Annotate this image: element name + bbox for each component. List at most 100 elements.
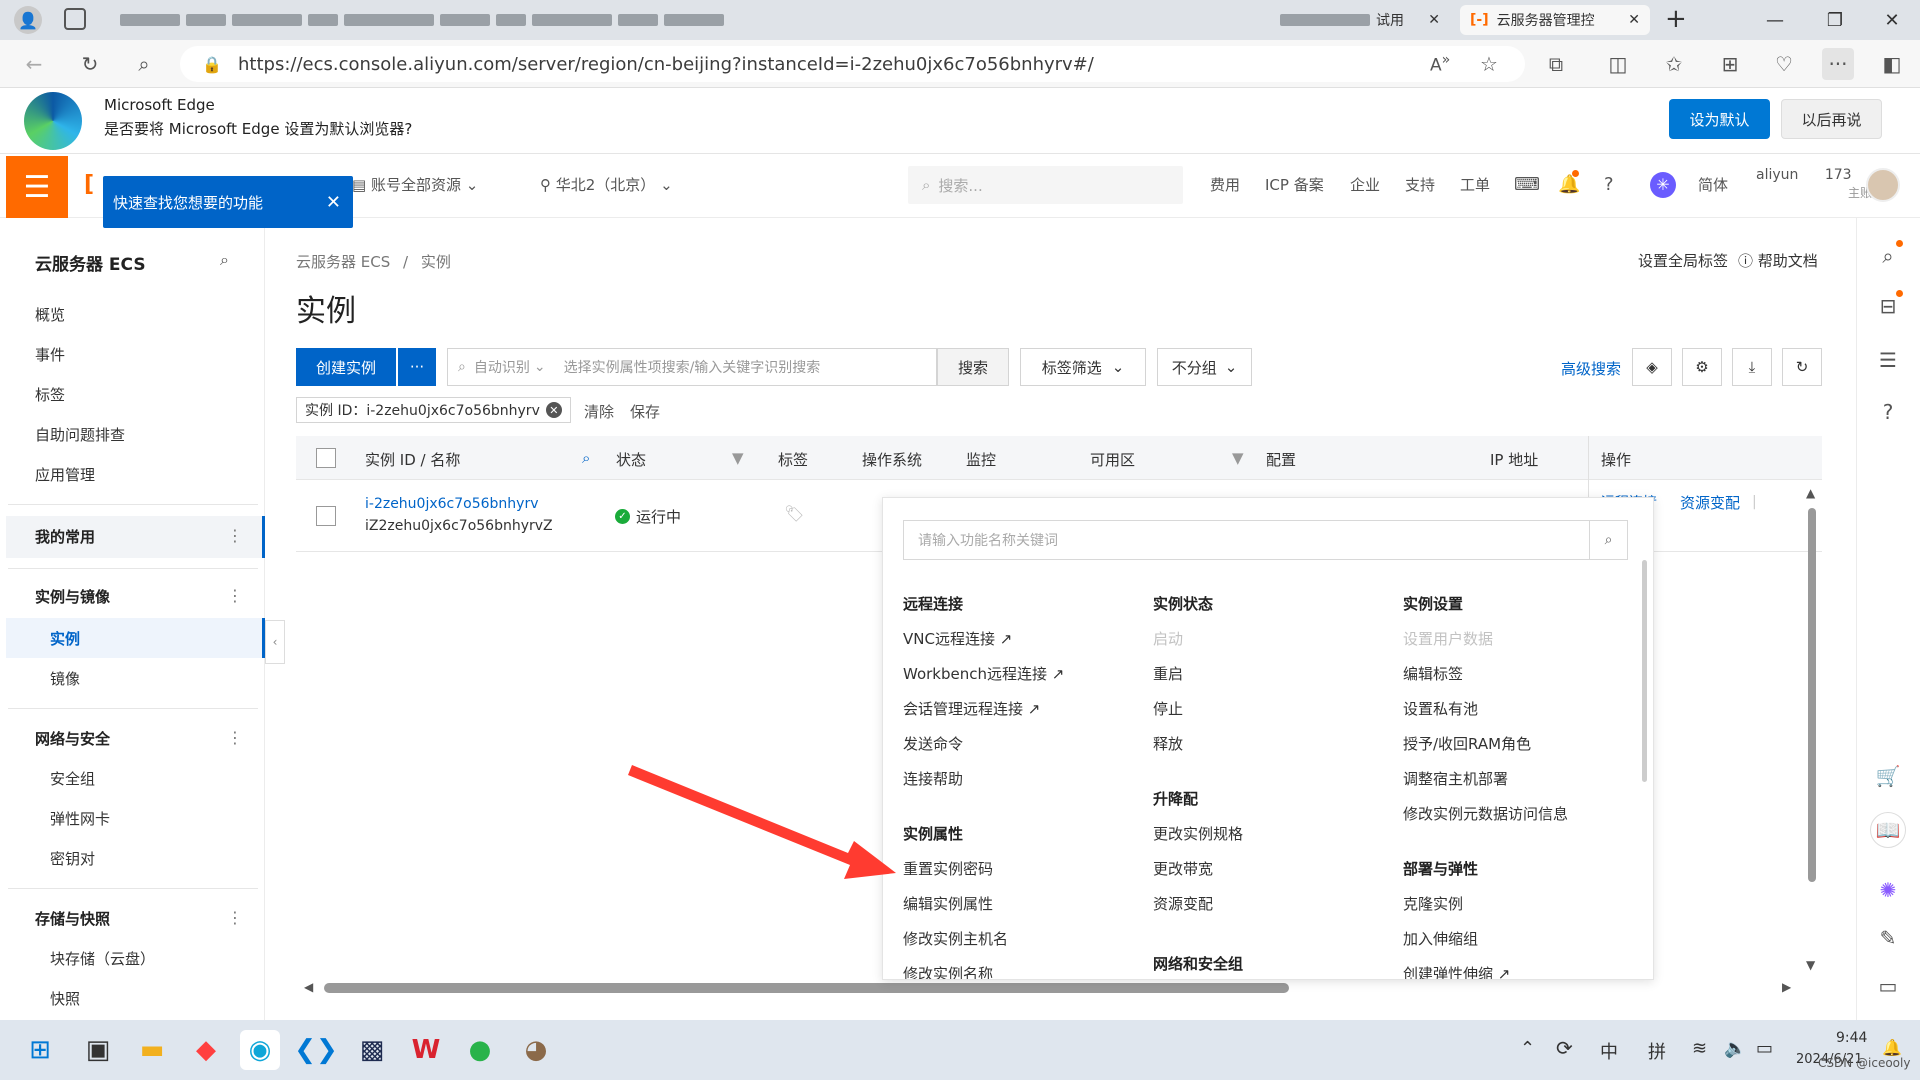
row-checkbox[interactable] (316, 506, 336, 526)
app-avatar-icon[interactable]: ◕ (516, 1030, 556, 1070)
tray-chevron-icon[interactable]: ⌃ (1520, 1038, 1535, 1059)
advanced-search-link[interactable]: 高级搜索 (1561, 358, 1621, 379)
sidebar-group-storage[interactable]: 存储与快照 (35, 908, 110, 929)
sidebar-item-tags[interactable]: 标签 (35, 384, 65, 405)
wps-icon[interactable]: W (406, 1030, 446, 1070)
ime-chinese[interactable]: 中 (1600, 1038, 1618, 1064)
later-button[interactable]: 以后再说 (1781, 99, 1882, 139)
read-aloud-icon[interactable]: A» (1430, 52, 1450, 76)
search-button[interactable]: 搜索 (937, 348, 1009, 386)
more-dots-icon[interactable]: ⋮ (227, 526, 243, 545)
tray-sync-icon[interactable]: ⟳ (1556, 1036, 1573, 1060)
back-icon[interactable]: ← (18, 48, 50, 80)
breadcrumb-ecs[interactable]: 云服务器 ECS (296, 253, 390, 271)
tag-icon[interactable]: 🏷 (784, 504, 804, 523)
horizontal-scrollbar[interactable] (324, 983, 1289, 993)
profile-icon[interactable]: 👤 (14, 6, 42, 34)
vscode-icon[interactable]: ❮❯ (294, 1030, 338, 1070)
sidebar-item-app-management[interactable]: 应用管理 (35, 464, 95, 485)
battery-icon[interactable]: ▭ (1756, 1038, 1773, 1059)
start-menu-icon[interactable]: ⊞ (20, 1030, 60, 1070)
favorites-icon[interactable]: ✩ (1658, 48, 1690, 80)
clock-time[interactable]: 9:44 (1836, 1030, 1867, 1046)
workspaces-icon[interactable] (64, 8, 86, 30)
menu-item-connect-help[interactable]: 连接帮助 (903, 768, 963, 789)
menu-item-stop[interactable]: 停止 (1153, 698, 1183, 719)
dropdown-scrollbar[interactable] (1642, 560, 1647, 782)
sidebar-item-instance-active[interactable] (6, 618, 265, 658)
rail-console-icon[interactable]: ⊟ (1870, 288, 1906, 324)
menu-item-session-manager[interactable]: 会话管理远程连接 ↗ (903, 698, 1040, 719)
avatar[interactable] (1866, 168, 1900, 202)
scroll-left-icon[interactable]: ◀ (304, 980, 313, 994)
header-link-support[interactable]: 支持 (1405, 174, 1435, 195)
search-icon[interactable]: ⌕ (128, 48, 160, 80)
menu-item-create-scaling[interactable]: 创建弹性伸缩 ↗ (1403, 963, 1510, 979)
header-link-fees[interactable]: 费用 (1210, 174, 1240, 195)
rail-cart-icon[interactable]: 🛒 (1870, 758, 1906, 794)
refresh-icon[interactable]: ↻ (74, 48, 106, 80)
wechat-icon[interactable]: ● (460, 1030, 500, 1070)
sidebar-item-security-group[interactable]: 安全组 (50, 768, 95, 789)
instance-search-bar[interactable]: ⌕ 自动识别 ⌄ 选择实例属性项搜索/输入关键字识别搜索 (447, 348, 937, 386)
menu-item-change-hostname[interactable]: 修改实例主机名 (903, 928, 1008, 949)
help-docs-link[interactable]: ⓘ 帮助文档 (1738, 250, 1818, 271)
rail-book-icon[interactable]: 📖 (1870, 812, 1906, 848)
wifi-icon[interactable]: ≋ (1692, 1038, 1707, 1059)
menu-item-change-bandwidth[interactable]: 更改带宽 (1153, 858, 1213, 879)
menu-item-vnc[interactable]: VNC远程连接 ↗ (903, 628, 1012, 649)
collections-icon[interactable]: ⊞ (1714, 48, 1746, 80)
sidebar-item-block-storage[interactable]: 块存储（云盘） (50, 948, 155, 969)
menu-item-start[interactable]: 启动 (1153, 628, 1183, 649)
sidebar-search-icon[interactable]: ⌕ (220, 250, 229, 270)
sidebar-item-snapshots[interactable]: 快照 (50, 988, 80, 1009)
more-dots-icon[interactable]: ⋮ (227, 728, 243, 747)
file-explorer-icon[interactable]: ▬ (132, 1030, 172, 1070)
header-link-enterprise[interactable]: 企业 (1350, 174, 1380, 195)
save-filters-link[interactable]: 保存 (630, 401, 660, 422)
filter-chip[interactable]: 实例 ID：i-2zehu0jx6c7o56bnhyrv ✕ (296, 397, 571, 423)
menu-item-resource-change[interactable]: 资源变配 (1153, 893, 1213, 914)
menu-item-change-name[interactable]: 修改实例名称 (903, 963, 993, 979)
action-search-input[interactable]: 请输入功能名称关键词 ⌕ (903, 520, 1628, 560)
scroll-up-icon[interactable]: ▲ (1806, 486, 1815, 500)
settings-gear-icon[interactable]: ⚙ (1682, 348, 1722, 386)
search-icon[interactable]: ⌕ (1589, 521, 1627, 559)
extensions-icon[interactable]: ⧉ (1540, 48, 1572, 80)
clear-chip-icon[interactable]: ✕ (545, 402, 562, 418)
browser-essentials-icon[interactable]: ♡ (1768, 48, 1800, 80)
header-link-icp[interactable]: ICP 备案 (1265, 174, 1324, 195)
more-menu-icon[interactable]: ··· (1822, 48, 1854, 80)
menu-item-reset-password[interactable]: 重置实例密码 (903, 858, 993, 879)
maximize-icon[interactable]: ❐ (1805, 0, 1865, 40)
lock-icon[interactable]: 🔒 (202, 55, 222, 74)
sidebar-item-overview[interactable]: 概览 (35, 304, 65, 325)
more-dots-icon[interactable]: ⋮ (227, 908, 243, 927)
url-field[interactable]: 🔒 https://ecs.console.aliyun.com/server/… (180, 46, 1525, 82)
header-search[interactable]: ⌕ 搜索... (908, 166, 1183, 204)
menu-item-restart[interactable]: 重启 (1153, 663, 1183, 684)
menu-item-join-scaling[interactable]: 加入伸缩组 (1403, 928, 1478, 949)
rail-list-icon[interactable]: ☰ (1870, 342, 1906, 378)
menu-item-edit-tags[interactable]: 编辑标签 (1403, 663, 1463, 684)
menu-item-metadata-access[interactable]: 修改实例元数据访问信息 (1403, 803, 1568, 824)
menu-item-host-deploy[interactable]: 调整宿主机部署 (1403, 768, 1508, 789)
sidebar-item-keypair[interactable]: 密钥对 (50, 848, 95, 869)
create-instance-button[interactable]: 创建实例 (296, 348, 396, 386)
region-select[interactable]: ⚲ 华北2（北京） ⌄ (540, 174, 673, 195)
favorite-star-icon[interactable]: ☆ (1480, 52, 1498, 76)
menu-item-change-spec[interactable]: 更改实例规格 (1153, 823, 1243, 844)
scroll-right-icon[interactable]: ▶ (1782, 980, 1791, 994)
browser-tab-blurred-1[interactable] (110, 5, 1060, 35)
tooltip-close-icon[interactable]: ✕ (326, 192, 341, 213)
sidebar-item-eni[interactable]: 弹性网卡 (50, 808, 110, 829)
sidebar-item-events[interactable]: 事件 (35, 344, 65, 365)
search-icon[interactable]: ⌕ (582, 449, 590, 467)
menu-item-ram-role[interactable]: 授予/收回RAM角色 (1403, 733, 1531, 754)
clear-filters-link[interactable]: 清除 (584, 401, 614, 422)
download-icon[interactable]: ⤓ (1732, 348, 1772, 386)
rail-edit-icon[interactable]: ✎ (1870, 920, 1906, 956)
menu-item-clone[interactable]: 克隆实例 (1403, 893, 1463, 914)
notification-bell-icon[interactable]: 🔔 (1558, 170, 1580, 195)
menu-item-send-command[interactable]: 发送命令 (903, 733, 963, 754)
